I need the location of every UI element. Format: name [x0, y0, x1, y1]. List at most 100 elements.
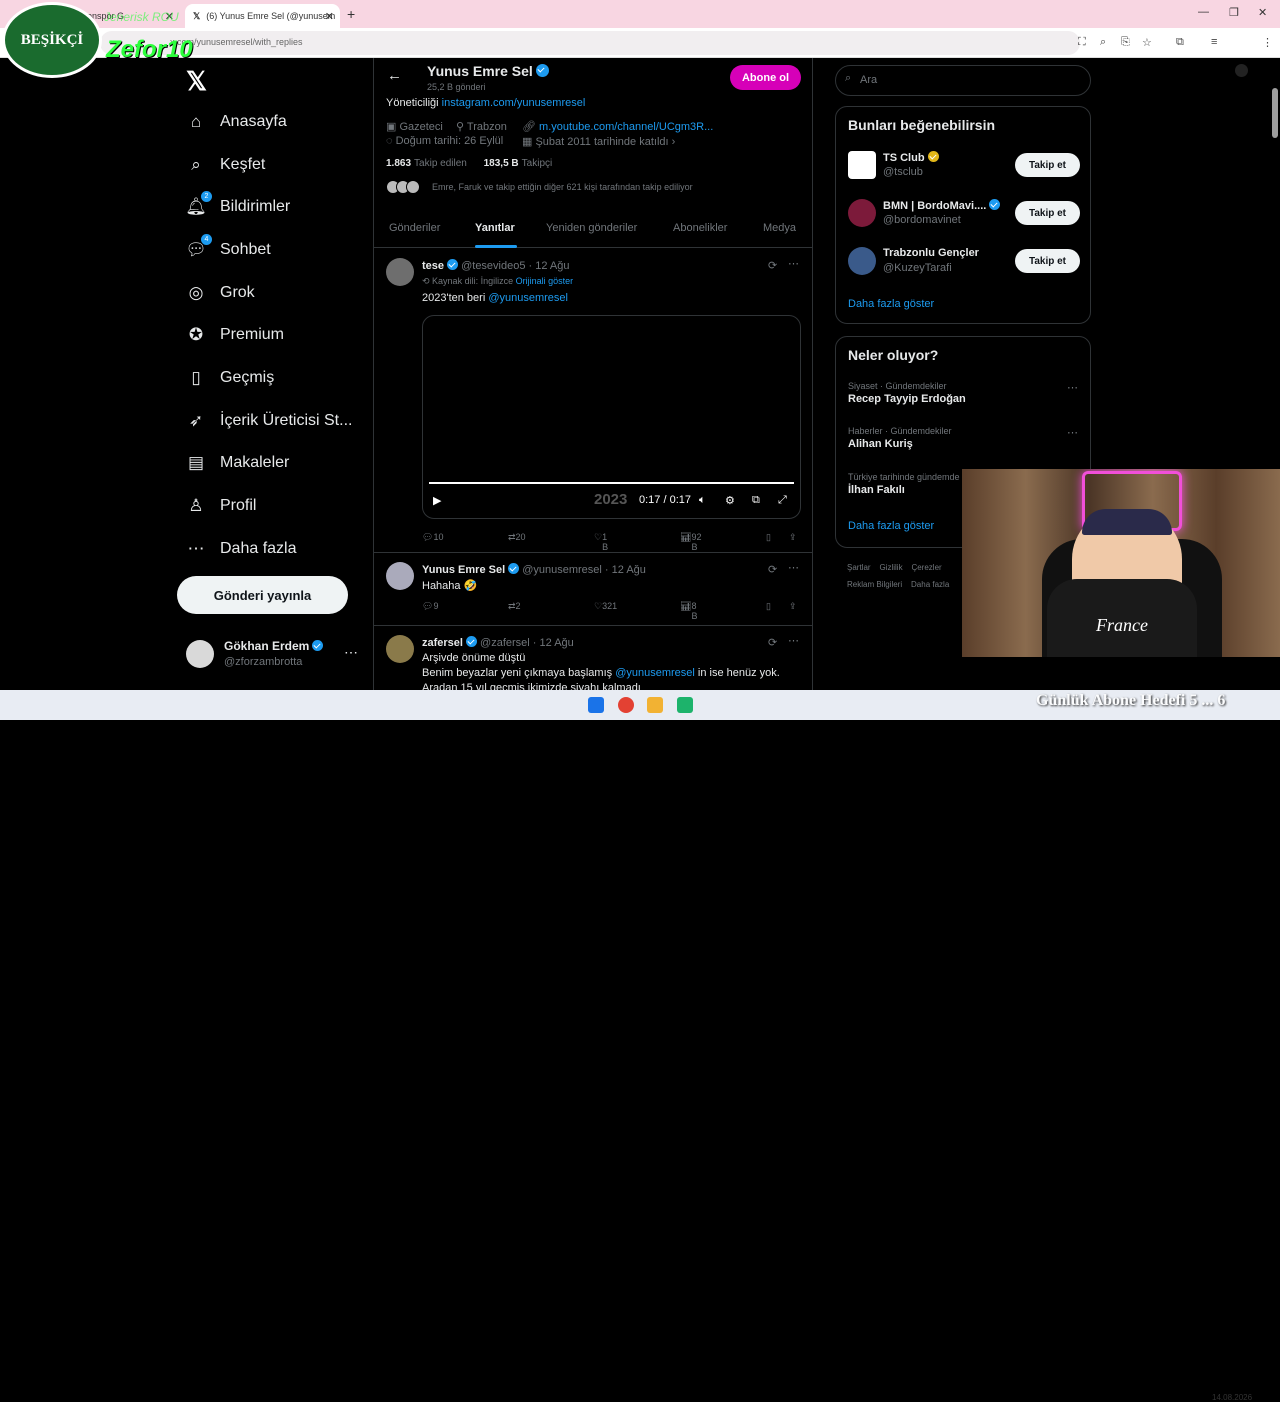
more-icon[interactable]: ⋯	[1067, 426, 1078, 439]
show-more-link[interactable]: Daha fazla göster	[848, 298, 934, 310]
search-input[interactable]: Ara	[835, 65, 1091, 96]
grok-icon[interactable]: ⟳	[768, 563, 777, 576]
footer-link[interactable]: Şartlar	[847, 563, 871, 572]
tab-subscriptions[interactable]: Abonelikler	[673, 222, 727, 234]
translate-icon[interactable]: ⛶	[1078, 36, 1086, 49]
account-switcher[interactable]: Gökhan Erdem @zforzambrotta ⋯	[186, 638, 372, 678]
nav-premium[interactable]: ✪ Premium	[186, 320, 284, 350]
tab-replies[interactable]: Yanıtlar	[475, 222, 515, 234]
share-icon[interactable]: ⇪	[789, 532, 797, 543]
tweet-author[interactable]: tese	[422, 260, 444, 272]
nav-explore[interactable]: ⌕ Keşfet	[186, 150, 265, 180]
new-tab-icon[interactable]: +	[347, 6, 355, 22]
windows-start-icon[interactable]	[588, 697, 604, 713]
close-tab-icon[interactable]: ✕	[325, 10, 334, 23]
tab-reposts[interactable]: Yeniden gönderiler	[546, 222, 637, 234]
close-window-icon[interactable]: ✕	[1258, 6, 1267, 19]
footer-link[interactable]: Reklam Bilgileri	[847, 580, 902, 589]
pip-icon[interactable]: ⧉	[752, 494, 760, 507]
nav-more[interactable]: ⋯ Daha fazla	[186, 534, 297, 564]
follow-button[interactable]: Takip et	[1015, 153, 1080, 177]
tweet-date[interactable]: 12 Ağu	[540, 637, 574, 649]
tab-media[interactable]: Medya	[763, 222, 796, 234]
like-button[interactable]: ♡ 321	[594, 601, 617, 612]
follow-button[interactable]: Takip et	[1015, 249, 1080, 273]
tweet-date[interactable]: 12 Ağu	[612, 564, 646, 576]
nav-profile[interactable]: ♙ Profil	[186, 491, 256, 521]
star-icon[interactable]: ☆	[1142, 36, 1152, 49]
browser-tab-active[interactable]: 𝕏 (6) Yunus Emre Sel (@yunusem ✕	[185, 4, 340, 28]
nav-notifications[interactable]: 🔔︎ 2 Bildirimler	[185, 191, 290, 222]
followed-by[interactable]: Emre, Faruk ve takip ettiğin diğer 621 k…	[386, 180, 693, 194]
mention-link[interactable]: @yunusemresel	[488, 292, 568, 304]
play-icon[interactable]: ▶	[433, 494, 441, 507]
tweet-date[interactable]: 12 Ağu	[535, 260, 569, 272]
zoom-icon[interactable]: ⌕	[1100, 36, 1106, 49]
nav-grok[interactable]: ◎ Grok	[186, 278, 255, 308]
reply-button[interactable]: 💬︎ 9	[422, 601, 438, 612]
url-field[interactable]: x.com/yunusemresel/with_replies	[100, 31, 1080, 55]
follow-button[interactable]: Takip et	[1015, 201, 1080, 225]
trend-item[interactable]: Haberler · Gündemdekiler Alihan Kuriş ⋯	[848, 426, 1084, 450]
tweet[interactable]: zafersel @zafersel · 12 Ağu ⟳ ⋯ Arşivde …	[374, 626, 812, 690]
tweet-author[interactable]: zafersel	[422, 637, 463, 649]
settings-icon[interactable]: ⚙	[725, 494, 735, 507]
bio-link[interactable]: instagram.com/yunusemresel	[442, 97, 586, 109]
share-icon[interactable]: ⇪	[789, 601, 797, 612]
reply-button[interactable]: 💬︎ 10	[422, 532, 443, 543]
bookmark-icon[interactable]: ▯	[766, 601, 771, 612]
repost-button[interactable]: ⇄ 20	[508, 532, 526, 543]
grok-icon[interactable]: ⟳	[768, 259, 777, 272]
suggestion-item[interactable]: Trabzonlu Gençler @KuzeyTarafi Takip et	[848, 247, 1084, 283]
show-original-link[interactable]: Orijinali göster	[516, 276, 574, 286]
avatar[interactable]	[386, 562, 414, 590]
menu-icon[interactable]: ⋮	[1262, 36, 1273, 49]
like-button[interactable]: ♡ 1 B	[594, 532, 608, 552]
nav-chat[interactable]: 💬︎ 4 Sohbet	[185, 234, 271, 265]
mention-link[interactable]: @yunusemresel	[615, 667, 695, 679]
profile-avatar-icon[interactable]	[1235, 64, 1248, 77]
more-icon[interactable]: ⋯	[788, 257, 799, 270]
nav-home[interactable]: ⌂ Anasayfa	[186, 107, 287, 137]
file-explorer-icon[interactable]	[647, 697, 663, 713]
show-more-link[interactable]: Daha fazla göster	[848, 520, 934, 532]
minimize-icon[interactable]: —	[1198, 6, 1209, 18]
avatar[interactable]	[386, 635, 414, 663]
nav-creator-studio[interactable]: ➶ İçerik Üreticisi St...	[186, 406, 353, 436]
suggestion-item[interactable]: BMN | BordoMavi.... @bordomavinet Takip …	[848, 199, 1084, 235]
views-button[interactable]: 📊︎ 92 B	[680, 532, 701, 552]
subscribe-button[interactable]: Abone ol	[730, 65, 801, 90]
app-icon[interactable]	[677, 697, 693, 713]
video-player[interactable]: ▶ 2023 0:17 / 0:17 🔈︎ ⚙ ⧉ ⤢	[422, 315, 801, 519]
footer-link[interactable]: Daha fazla	[911, 580, 949, 589]
website-link[interactable]: m.youtube.com/channel/UCgm3R...	[539, 121, 713, 133]
more-icon[interactable]: ⋯	[344, 644, 358, 661]
volume-icon[interactable]: 🔈︎	[699, 494, 706, 507]
more-icon[interactable]: ⋯	[1067, 381, 1078, 394]
views-button[interactable]: 📊︎ 8 B	[680, 601, 697, 621]
scrollbar-thumb[interactable]	[1272, 88, 1278, 138]
tweet[interactable]: tese @tesevideo5 · 12 Ağu ⟳ ⋯ ⟲ Kaynak d…	[374, 249, 812, 553]
maximize-icon[interactable]: ❐	[1229, 6, 1239, 19]
suggestion-item[interactable]: TS Club @tsclub Takip et	[848, 151, 1084, 187]
fullscreen-icon[interactable]: ⤢	[778, 494, 787, 507]
bookmark-icon[interactable]: ▯	[766, 532, 771, 543]
grok-icon[interactable]: ⟳	[768, 636, 777, 649]
x-logo-icon[interactable]: 𝕏	[186, 66, 207, 97]
footer-link[interactable]: Gizlilik	[879, 563, 902, 572]
tweet-author[interactable]: Yunus Emre Sel	[422, 564, 505, 576]
more-icon[interactable]: ⋯	[788, 561, 799, 574]
video-progress-bar[interactable]	[429, 482, 794, 484]
trend-item[interactable]: Siyaset · Gündemdekiler Recep Tayyip Erdo…	[848, 381, 1084, 405]
media-icon[interactable]: ≡	[1211, 36, 1217, 48]
back-arrow-icon[interactable]: ←	[387, 67, 402, 84]
install-icon[interactable]: ⎘	[1121, 36, 1130, 49]
avatar[interactable]	[386, 258, 414, 286]
more-icon[interactable]: ⋯	[788, 634, 799, 647]
tab-posts[interactable]: Gönderiler	[389, 222, 440, 234]
extensions-icon[interactable]: ⧉	[1176, 36, 1184, 49]
nav-bookmarks[interactable]: ▯ Geçmiş	[186, 363, 274, 393]
footer-link[interactable]: Çerezler	[911, 563, 941, 572]
nav-articles[interactable]: ▤ Makaleler	[186, 448, 289, 478]
post-button[interactable]: Gönderi yayınla	[177, 576, 348, 614]
